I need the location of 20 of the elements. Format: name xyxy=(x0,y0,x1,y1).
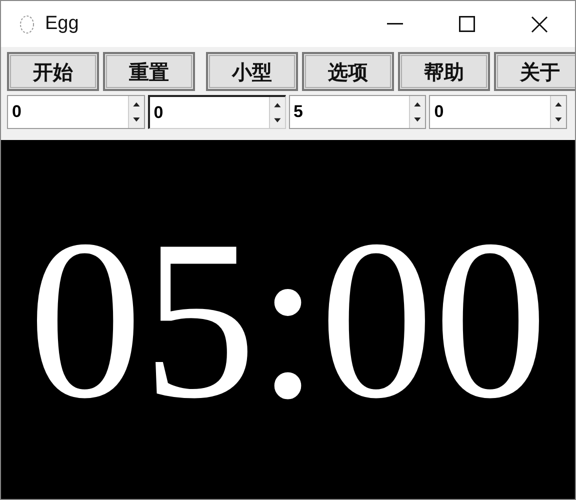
egg-icon xyxy=(19,14,35,34)
spinner-field[interactable]: 0 xyxy=(7,95,145,129)
spin-control[interactable] xyxy=(268,97,284,128)
toolbar-button[interactable]: 开始 xyxy=(7,52,99,91)
spinner-field[interactable]: 0 xyxy=(148,95,286,129)
time-text: 05:00 xyxy=(28,206,548,434)
maximize-icon xyxy=(459,16,475,32)
window-title: Egg xyxy=(45,12,79,36)
toolbar-button[interactable]: 重置 xyxy=(103,52,195,91)
close-icon xyxy=(530,16,548,32)
spinner-field[interactable]: 0 xyxy=(429,95,567,129)
toolbar-button[interactable]: 选项 xyxy=(302,52,394,91)
spinner-field[interactable]: 5 xyxy=(288,95,426,129)
toolbar-button[interactable]: 帮助 xyxy=(398,52,490,91)
spin-control[interactable] xyxy=(409,96,426,128)
toolbar-button[interactable]: 关于 xyxy=(494,52,575,91)
spin-control[interactable] xyxy=(128,96,144,128)
spin-control[interactable] xyxy=(550,96,566,128)
toolbar-button[interactable]: 小型 xyxy=(206,52,298,91)
minimize-icon xyxy=(387,23,403,25)
